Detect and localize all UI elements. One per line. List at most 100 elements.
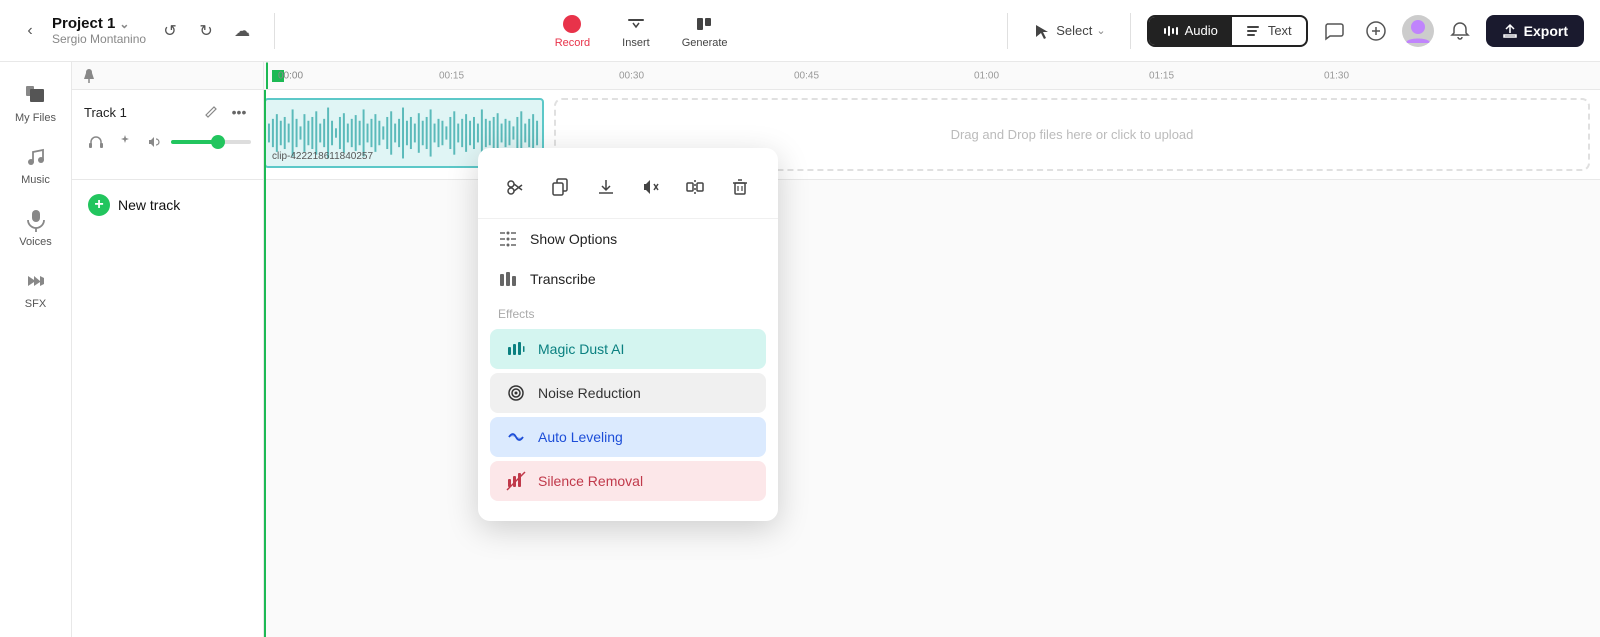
toolbar-divider-2 — [1007, 13, 1008, 49]
transcribe-icon — [498, 269, 518, 289]
new-track-icon: + — [88, 194, 110, 216]
copy-icon — [551, 177, 571, 197]
download-icon — [596, 177, 616, 197]
delete-button[interactable] — [721, 168, 759, 206]
noise-reduction-effect[interactable]: Noise Reduction — [490, 373, 766, 413]
sidebar-item-voices[interactable]: Voices — [6, 198, 66, 256]
chat-icon — [1323, 20, 1345, 42]
time-mark-0: 00:00 — [278, 70, 303, 81]
sidebar-label-voices: Voices — [19, 236, 51, 248]
volume-button[interactable] — [142, 130, 165, 154]
volume-icon — [146, 134, 162, 150]
toolbar-right: Audio Text Export — [1147, 15, 1584, 47]
add-button[interactable] — [1360, 15, 1392, 47]
project-user: Sergio Montanino — [52, 32, 146, 46]
my-files-icon — [23, 82, 49, 108]
sidebar-label-music: Music — [21, 174, 50, 186]
sidebar-item-music[interactable]: Music — [6, 136, 66, 194]
pencil-icon — [204, 105, 218, 119]
undo-button[interactable]: ↺ — [154, 15, 186, 47]
time-mark-1: 00:15 — [439, 70, 464, 81]
time-mark-2: 00:30 — [619, 70, 644, 81]
project-title: Project 1 ⌄ — [52, 15, 146, 32]
silence-removal-effect[interactable]: Silence Removal — [490, 461, 766, 501]
mode-toggle: Audio Text — [1147, 15, 1308, 47]
toolbar-left: ‹ Project 1 ⌄ Sergio Montanino ↺ ↻ ☁ — [16, 15, 258, 47]
magic-button[interactable] — [113, 130, 136, 154]
time-mark-6: 01:30 — [1324, 70, 1349, 81]
select-icon — [1032, 21, 1052, 41]
insert-button[interactable]: Insert — [614, 9, 658, 53]
sidebar: My Files Music Voices SFX — [0, 62, 72, 637]
sfx-icon — [23, 268, 49, 294]
tracks-left: Track 1 ••• — [72, 90, 264, 637]
undo-icon: ↺ — [163, 21, 176, 41]
sidebar-item-my-files[interactable]: My Files — [6, 74, 66, 132]
headphones-button[interactable] — [84, 130, 107, 154]
needle-line — [264, 90, 266, 637]
text-mode-icon — [1246, 23, 1262, 39]
undo-redo-group: ↺ ↻ ☁ — [154, 15, 258, 47]
time-mark-3: 00:45 — [794, 70, 819, 81]
auto-leveling-effect[interactable]: Auto Leveling — [490, 417, 766, 457]
auto-leveling-icon — [506, 427, 526, 447]
split-icon — [685, 177, 705, 197]
sidebar-label-sfx: SFX — [25, 298, 46, 310]
notification-button[interactable] — [1444, 15, 1476, 47]
add-icon — [1365, 20, 1387, 42]
redo-icon: ↻ — [199, 21, 212, 41]
generate-button[interactable]: Generate — [674, 9, 736, 53]
select-button[interactable]: Select ⌄ — [1024, 17, 1113, 45]
music-icon — [23, 144, 49, 170]
edit-track-button[interactable] — [199, 100, 223, 124]
toolbar-divider-1 — [274, 13, 275, 49]
redo-button[interactable]: ↻ — [190, 15, 222, 47]
transcribe-item[interactable]: Transcribe — [478, 259, 778, 299]
track-1-header: Track 1 ••• — [72, 90, 263, 180]
clip-label: clip-422218611840257 — [268, 149, 377, 164]
volume-slider[interactable] — [171, 140, 251, 144]
magic-icon — [117, 134, 133, 150]
copy-button[interactable] — [542, 168, 580, 206]
delete-icon — [730, 177, 750, 197]
chat-button[interactable] — [1318, 15, 1350, 47]
track-container: 00:00 00:15 00:30 00:45 01:00 01:15 01:3… — [72, 62, 1600, 637]
app-container: ‹ Project 1 ⌄ Sergio Montanino ↺ ↻ ☁ — [0, 0, 1600, 637]
cloud-button[interactable]: ☁ — [226, 15, 258, 47]
record-icon — [561, 13, 583, 35]
tracks-area: Track 1 ••• — [72, 90, 1600, 637]
cloud-icon: ☁ — [234, 21, 250, 41]
split-button[interactable] — [676, 168, 714, 206]
ruler-marks: 00:00 00:15 00:30 00:45 01:00 01:15 01:3… — [264, 62, 1600, 89]
show-options-icon — [498, 229, 518, 249]
audio-mode-button[interactable]: Audio — [1149, 17, 1232, 45]
text-mode-button[interactable]: Text — [1232, 17, 1306, 45]
noise-reduction-icon — [506, 383, 526, 403]
project-chevron-icon: ⌄ — [119, 17, 129, 31]
time-mark-4: 01:00 — [974, 70, 999, 81]
effects-label: Effects — [478, 299, 778, 325]
voices-icon — [23, 206, 49, 232]
show-options-item[interactable]: Show Options — [478, 219, 778, 259]
audio-mode-icon — [1163, 23, 1179, 39]
sidebar-item-sfx[interactable]: SFX — [6, 260, 66, 318]
pin-icon — [80, 67, 98, 85]
back-icon: ‹ — [27, 22, 32, 40]
drop-zone-text: Drag and Drop files here or click to upl… — [951, 127, 1194, 142]
select-chevron-icon: ⌄ — [1096, 24, 1105, 37]
more-icon: ••• — [232, 104, 247, 120]
silence-removal-icon — [506, 471, 526, 491]
volume-slider-row — [84, 130, 251, 154]
new-track-button[interactable]: + New track — [72, 180, 263, 230]
magic-dust-effect[interactable]: Magic Dust AI — [490, 329, 766, 369]
download-button[interactable] — [587, 168, 625, 206]
scissors-button[interactable] — [497, 168, 535, 206]
track-name-row: Track 1 ••• — [84, 100, 251, 124]
track-more-button[interactable]: ••• — [227, 100, 251, 124]
export-button[interactable]: Export — [1486, 15, 1584, 47]
record-button[interactable]: Record — [547, 9, 598, 53]
toolbar-divider-3 — [1130, 13, 1131, 49]
export-icon — [1502, 23, 1518, 39]
back-button[interactable]: ‹ — [16, 17, 44, 45]
mute-button[interactable] — [631, 168, 669, 206]
